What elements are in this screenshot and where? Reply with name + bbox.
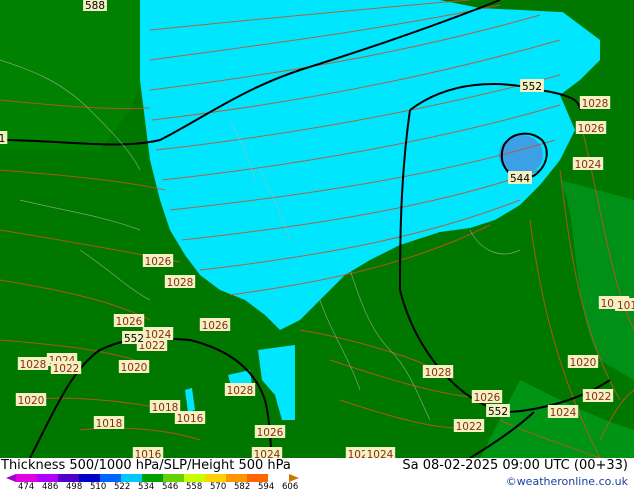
pressure-label-text: 101	[617, 300, 634, 312]
legend-tick: 510	[90, 482, 107, 492]
legend-arrow-left-icon	[6, 474, 16, 482]
legend-swatch	[79, 474, 100, 482]
legend-tick: 606	[282, 482, 299, 492]
legend-swatch	[37, 474, 58, 482]
pressure-label: 1026	[113, 314, 145, 328]
pressure-label: 1028	[17, 357, 49, 371]
legend-swatch	[205, 474, 226, 482]
pressure-label-text: 1024	[550, 407, 577, 419]
pressure-label: 1028	[164, 275, 196, 289]
pressure-label: 1028	[422, 365, 454, 379]
pressure-label: 1024	[547, 405, 579, 419]
edge-label-text: 1	[0, 133, 5, 145]
pressure-label-text: 1024	[254, 449, 281, 458]
pressure-label: 101	[615, 298, 634, 312]
height-label: 552	[486, 404, 510, 418]
pressure-label-text: 1028	[227, 385, 254, 397]
pressure-label: 1018	[93, 416, 125, 430]
height-label: 544	[508, 171, 532, 185]
pressure-label-text: 1026	[202, 320, 229, 332]
legend-tick: 546	[162, 482, 179, 492]
pressure-label-text: 1028	[582, 98, 609, 110]
pressure-label-text: 1026	[145, 256, 172, 268]
legend-tick: 570	[210, 482, 227, 492]
thickness-legend-bar	[16, 474, 268, 482]
pressure-label-text: 1016	[177, 413, 204, 425]
pressure-label: 1024	[572, 157, 604, 171]
pressure-label: 1022	[582, 389, 614, 403]
pressure-label-text: 1026	[474, 392, 501, 404]
legend-swatch	[58, 474, 79, 482]
pressure-label: 1028	[579, 96, 611, 110]
legend-swatch	[142, 474, 163, 482]
pressure-label-text: 1028	[425, 367, 452, 379]
pressure-label-text: 1028	[167, 277, 194, 289]
height-label: 588	[83, 0, 107, 12]
legend-swatch	[247, 474, 268, 482]
legend-arrow-right-icon	[289, 474, 299, 482]
pressure-label-text: 1018	[96, 418, 123, 430]
legend-tick: 558	[186, 482, 203, 492]
map-footer: Thickness 500/1000 hPa/SLP/Height 500 hP…	[0, 458, 634, 492]
height-label-text: 552	[124, 333, 144, 345]
weather-map: 1028 1026 1024 1026 1028 1026 1026 1024 1022 1024…	[0, 0, 634, 458]
pressure-label: 1016	[174, 411, 206, 425]
pressure-label: 1020	[118, 360, 150, 374]
pressure-label: 1024	[364, 447, 396, 458]
pressure-label-text: 1018	[152, 402, 179, 414]
pressure-label: 1024	[251, 447, 283, 458]
site-credit[interactable]: ©weatheronline.co.uk	[506, 475, 628, 488]
pressure-label-text: 1022	[585, 391, 612, 403]
pressure-label: 1016	[132, 447, 164, 458]
legend-tick: 474	[18, 482, 35, 492]
height-label-text: 588	[85, 0, 105, 12]
height-label: 552	[520, 79, 544, 93]
legend-swatch	[121, 474, 142, 482]
map-canvas: 1028 1026 1024 1026 1028 1026 1026 1024 1022 1024…	[0, 0, 634, 458]
legend-swatch	[184, 474, 205, 482]
pressure-label: 1028	[224, 383, 256, 397]
legend-swatch	[100, 474, 121, 482]
pressure-label: 1020	[15, 393, 47, 407]
height-label: 552	[122, 331, 146, 345]
pressure-label-text: 1020	[121, 362, 148, 374]
legend-tick: 522	[114, 482, 131, 492]
pressure-label-text: 1026	[257, 427, 284, 439]
pressure-label-text: 1020	[570, 357, 597, 369]
legend-swatch	[226, 474, 247, 482]
height-label-text: 552	[488, 406, 508, 418]
pressure-label: 1022	[50, 361, 82, 375]
pressure-label: 1022	[453, 419, 485, 433]
pressure-label: 1026	[199, 318, 231, 332]
pressure-label-text: 1028	[20, 359, 47, 371]
pressure-label-text: 1024	[367, 449, 394, 458]
map-title: Thickness 500/1000 hPa/SLP/Height 500 hP…	[1, 458, 291, 473]
height-label-text: 552	[522, 81, 542, 93]
pressure-label-text: 1020	[18, 395, 45, 407]
edge-label: 1	[0, 131, 8, 145]
pressure-label-text: 1022	[53, 363, 80, 375]
legend-tick: 534	[138, 482, 155, 492]
legend-swatch	[16, 474, 37, 482]
legend-tick: 498	[66, 482, 83, 492]
legend-tick: 486	[42, 482, 59, 492]
pressure-label-text: 1022	[456, 421, 483, 433]
pressure-label: 1026	[471, 390, 503, 404]
pressure-label: 1026	[254, 425, 286, 439]
pressure-label-text: 1024	[575, 159, 602, 171]
legend-tick: 594	[258, 482, 275, 492]
height-label-text: 544	[510, 173, 530, 185]
map-datetime: Sa 08-02-2025 09:00 UTC (00+33)	[402, 458, 628, 473]
legend-swatch	[163, 474, 184, 482]
pressure-label-text: 1026	[116, 316, 143, 328]
legend-tick: 582	[234, 482, 251, 492]
pressure-label: 1026	[575, 121, 607, 135]
pressure-label: 1026	[142, 254, 174, 268]
pressure-label: 1020	[567, 355, 599, 369]
pressure-label-text: 1026	[578, 123, 605, 135]
pressure-label-text: 1016	[135, 449, 162, 458]
